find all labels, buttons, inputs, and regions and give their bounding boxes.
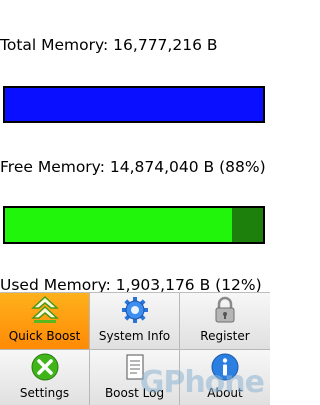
gear-icon [121, 297, 148, 323]
menu-label-quick-boost: Quick Boost [8, 329, 81, 343]
info-icon [211, 353, 239, 381]
x-circle-icon [31, 353, 58, 381]
lock-icon [215, 296, 235, 323]
menu-label-system-info: System Info [98, 329, 171, 343]
options-menu: Quick Boost System Info Register Setting… [0, 292, 270, 405]
menu-boost-log[interactable]: Boost Log [90, 350, 180, 405]
total-memory-bar [3, 86, 265, 123]
menu-label-boost-log: Boost Log [104, 386, 165, 400]
menu-label-register: Register [200, 329, 250, 343]
menu-label-about: About [207, 386, 243, 400]
menu-quick-boost[interactable]: Quick Boost [0, 293, 90, 350]
menu-about[interactable]: About [180, 350, 270, 405]
menu-settings[interactable]: Settings [0, 350, 90, 405]
document-icon [125, 354, 144, 380]
free-memory-label: Free Memory: 14,874,040 B (88%) [0, 158, 266, 176]
free-memory-bar [3, 206, 265, 244]
total-memory-label: Total Memory: 16,777,216 B [0, 36, 218, 54]
menu-system-info[interactable]: System Info [90, 293, 180, 350]
free-memory-fill [5, 208, 233, 242]
app-screen: Total Memory: 16,777,216 B Free Memory: … [0, 0, 270, 405]
menu-label-settings: Settings [19, 386, 70, 400]
double-chevron-up-icon [30, 295, 59, 323]
menu-register[interactable]: Register [180, 293, 270, 350]
